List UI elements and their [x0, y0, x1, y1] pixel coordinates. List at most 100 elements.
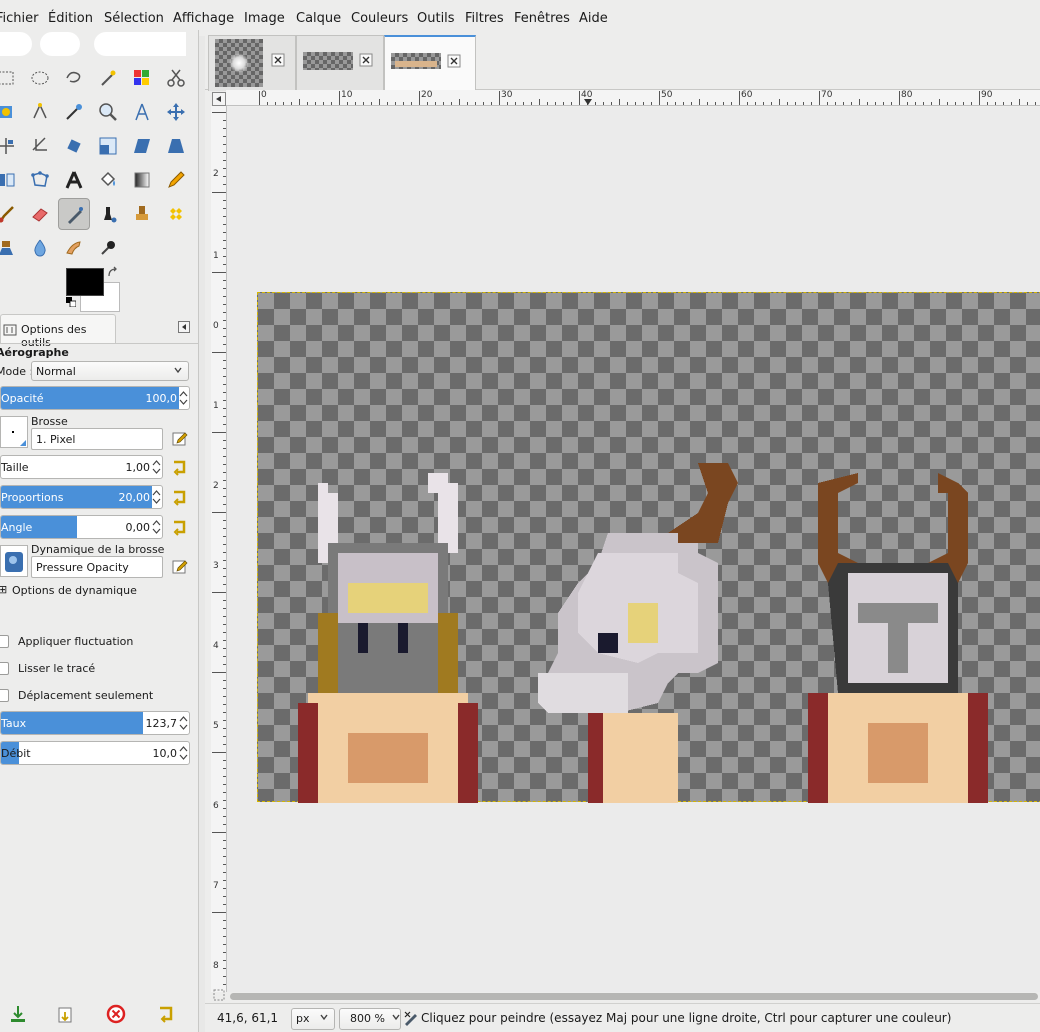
sprite-warrior-1: [298, 473, 478, 803]
tab-image-3[interactable]: [384, 35, 476, 91]
apply-jitter-checkbox[interactable]: [0, 635, 9, 648]
spin-arrows-icon[interactable]: [152, 488, 161, 506]
layer-boundary[interactable]: [257, 292, 1040, 803]
dynamics-options-expander[interactable]: Options de dynamique: [12, 584, 137, 597]
scrollbar-thumb[interactable]: [230, 993, 1038, 1000]
brush-preview[interactable]: [0, 416, 28, 448]
ellipse-select-icon[interactable]: [24, 62, 56, 94]
measure-icon[interactable]: [126, 96, 158, 128]
reset-aspect-icon[interactable]: [170, 488, 188, 506]
horizontal-scrollbar[interactable]: [227, 992, 1040, 1002]
bucket-fill-icon[interactable]: [92, 164, 124, 196]
menu-tools[interactable]: Outils: [417, 11, 455, 27]
clone-icon[interactable]: [126, 198, 158, 230]
zoom-icon[interactable]: [92, 96, 124, 128]
ink-icon[interactable]: [92, 198, 124, 230]
menu-select[interactable]: Sélection: [104, 11, 164, 27]
heal-icon[interactable]: [160, 198, 192, 230]
smooth-stroke-checkbox[interactable]: [0, 662, 9, 675]
lock-brush-checkbox[interactable]: [0, 689, 9, 702]
shear-icon[interactable]: [126, 130, 158, 162]
menu-layer[interactable]: Calque: [296, 11, 341, 27]
free-select-icon[interactable]: [58, 62, 90, 94]
reset-options-icon[interactable]: [156, 1004, 176, 1024]
text-icon[interactable]: [58, 164, 90, 196]
smudge-icon[interactable]: [58, 232, 90, 264]
dynamics-name-field[interactable]: Pressure Opacity: [31, 556, 163, 578]
move-icon[interactable]: [160, 96, 192, 128]
image-window: 0 10 20 30 40 50 60 70 80 90 2 1 0 1 2 3…: [205, 30, 1040, 1032]
edit-brush-icon[interactable]: [171, 430, 189, 448]
quick-mask-corner-button[interactable]: [212, 92, 226, 106]
unit-combo[interactable]: px: [291, 1008, 335, 1030]
zoom-combo[interactable]: 800 %: [339, 1008, 401, 1030]
canvas-viewport[interactable]: [227, 107, 1040, 992]
restore-options-icon[interactable]: [56, 1004, 76, 1024]
airbrush-icon[interactable]: [58, 198, 90, 230]
scale-icon[interactable]: [92, 130, 124, 162]
flow-slider[interactable]: Débit 10,0: [0, 741, 190, 765]
expander-plus-icon[interactable]: ⊞: [0, 583, 7, 596]
blur-icon[interactable]: [24, 232, 56, 264]
opacity-slider[interactable]: Opacité 100,0: [0, 386, 190, 410]
swap-colors-icon[interactable]: [106, 266, 120, 280]
color-picker-icon[interactable]: [58, 96, 90, 128]
scissors-icon[interactable]: [160, 62, 192, 94]
default-colors-icon[interactable]: [66, 297, 76, 307]
close-icon[interactable]: [359, 53, 373, 67]
vertical-ruler[interactable]: 2 1 0 1 2 3 4 5 6 7 8: [211, 106, 227, 992]
menu-help[interactable]: Aide: [579, 11, 608, 27]
close-icon[interactable]: [447, 54, 461, 68]
cage-transform-icon[interactable]: [24, 164, 56, 196]
eraser-icon[interactable]: [24, 198, 56, 230]
crop-icon[interactable]: [24, 130, 56, 162]
tab-menu-icon[interactable]: [178, 321, 190, 333]
select-by-color-icon[interactable]: [126, 62, 158, 94]
tab-image-1[interactable]: [208, 35, 296, 91]
paths-icon[interactable]: [24, 96, 56, 128]
dodge-burn-icon[interactable]: [92, 232, 124, 264]
navigate-icon[interactable]: [213, 989, 225, 1001]
align-icon[interactable]: [0, 130, 22, 162]
perspective-clone-icon[interactable]: [0, 232, 22, 264]
pencil-icon[interactable]: [160, 164, 192, 196]
dynamics-preview[interactable]: [0, 545, 28, 577]
menu-windows[interactable]: Fenêtres: [514, 11, 570, 27]
spin-arrows-icon[interactable]: [179, 714, 188, 732]
spin-arrows-icon[interactable]: [152, 518, 161, 536]
mode-combo[interactable]: Normal: [31, 361, 189, 381]
tool-options-tab[interactable]: Options des outils: [0, 314, 116, 349]
horizontal-ruler[interactable]: 0 10 20 30 40 50 60 70 80 90: [226, 90, 1040, 106]
edit-dynamics-icon[interactable]: [171, 558, 189, 576]
delete-options-icon[interactable]: [106, 1004, 126, 1024]
perspective-icon[interactable]: [160, 130, 192, 162]
flip-icon[interactable]: [0, 164, 22, 196]
rect-select-icon[interactable]: [0, 62, 22, 94]
paintbrush-icon[interactable]: [0, 198, 22, 230]
menu-view[interactable]: Affichage: [173, 11, 234, 27]
save-options-icon[interactable]: [8, 1004, 28, 1024]
close-icon[interactable]: [271, 53, 285, 67]
brush-name-field[interactable]: 1. Pixel: [31, 428, 163, 450]
rate-slider[interactable]: Taux 123,7: [0, 711, 190, 735]
rotate-icon[interactable]: [58, 130, 90, 162]
reset-angle-icon[interactable]: [170, 518, 188, 536]
spin-arrows-icon[interactable]: [179, 744, 188, 762]
menu-colors[interactable]: Couleurs: [351, 11, 408, 27]
fuzzy-select-icon[interactable]: [92, 62, 124, 94]
aspect-ratio-slider[interactable]: Proportions 20,00: [0, 485, 163, 509]
foreground-select-icon[interactable]: [0, 96, 22, 128]
spin-arrows-icon[interactable]: [179, 389, 188, 407]
menu-image[interactable]: Image: [244, 11, 285, 27]
spin-arrows-icon[interactable]: [152, 458, 161, 476]
blend-icon[interactable]: [126, 164, 158, 196]
foreground-color-swatch[interactable]: [66, 268, 104, 296]
menu-file[interactable]: Fichier: [0, 11, 39, 27]
ruler-tick: [979, 91, 980, 105]
tab-image-2[interactable]: [296, 35, 384, 91]
angle-slider[interactable]: Angle 0,00: [0, 515, 163, 539]
menu-filters[interactable]: Filtres: [465, 11, 504, 27]
size-slider[interactable]: Taille 1,00: [0, 455, 163, 479]
reset-size-icon[interactable]: [170, 458, 188, 476]
menu-edit[interactable]: Édition: [48, 11, 93, 27]
